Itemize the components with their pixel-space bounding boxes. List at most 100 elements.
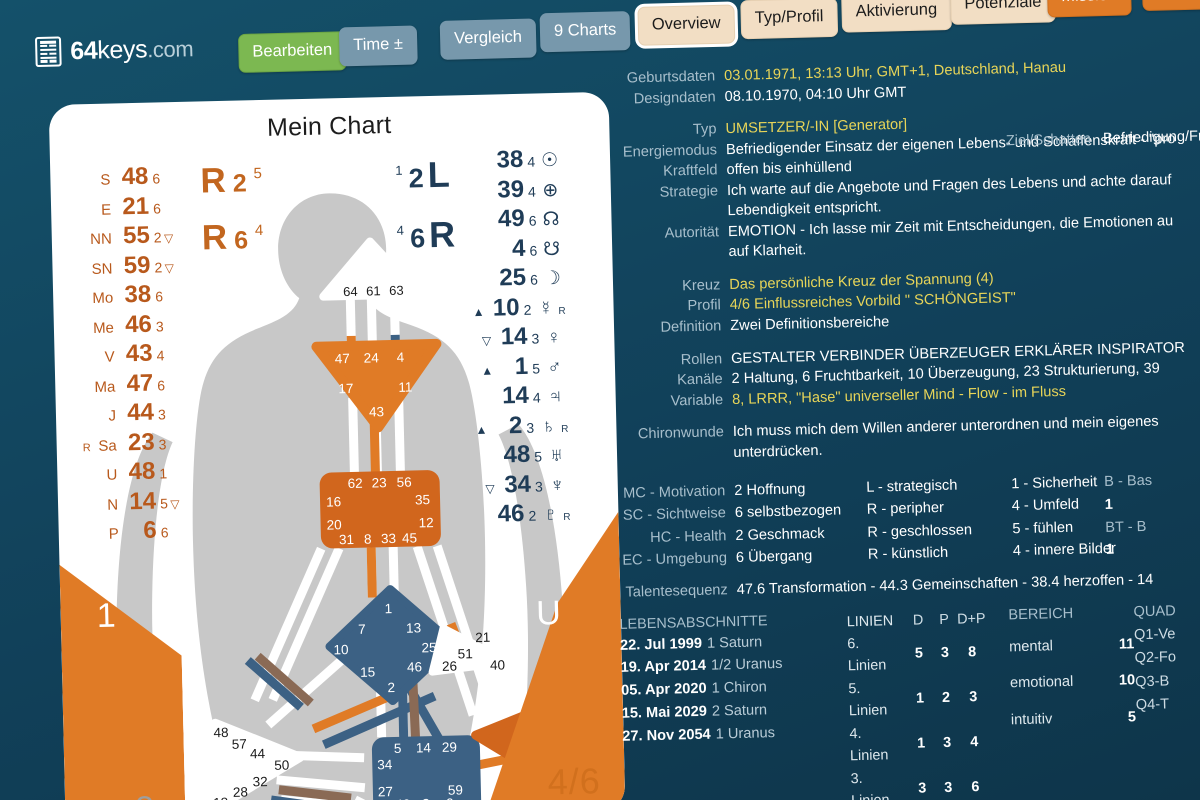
tab-potenziale[interactable]: Potenziale: [949, 0, 1056, 25]
line-number: 6: [152, 199, 162, 217]
gate-64: 64: [342, 283, 358, 300]
label-sc-sichtweise: SC - Sichtweise: [622, 505, 727, 525]
gate-number: 14: [500, 322, 528, 351]
planet-row: 46 2 ♇ R: [476, 499, 571, 531]
value-orientation-3: R - künstlich: [867, 544, 949, 563]
gate-20: 20: [326, 517, 342, 533]
label-hc-health: HC - Health: [650, 527, 727, 546]
line-number: 4: [527, 153, 536, 170]
brand-logo[interactable]: 64keys.com: [34, 33, 194, 68]
gate-46: 46: [406, 659, 423, 675]
tab-overview[interactable]: Overview: [637, 4, 736, 46]
line-number: 1: [159, 465, 168, 482]
planet-row: 48 5 ♅: [475, 440, 570, 472]
gate-number: 1: [514, 352, 529, 380]
button-vergleich[interactable]: Vergleich: [439, 18, 537, 60]
linien-p-1: 2: [941, 689, 951, 707]
line-number: 2: [154, 258, 163, 276]
gate-number: 2: [508, 411, 523, 439]
bereich-header: BEREICH: [1008, 605, 1074, 623]
gate-40: 40: [489, 657, 506, 673]
gate-23: 23: [371, 475, 387, 491]
hexagram-logo-icon: [34, 36, 62, 68]
label-bt-basis: BT - B: [1105, 518, 1147, 536]
label-talentesequenz: Talentesequenz: [625, 582, 728, 601]
button-9-charts[interactable]: 9 Charts: [539, 11, 631, 52]
value-mc-motivation: 2 Hoffnung: [734, 481, 806, 500]
tab-typ-profil[interactable]: Typ/Profil: [740, 0, 838, 39]
gate-31: 31: [338, 531, 355, 548]
retro-flag: R: [82, 441, 91, 454]
gate-16: 16: [325, 494, 342, 510]
label-variable: Variable: [670, 391, 724, 410]
quad-header: QUAD: [1133, 602, 1176, 620]
planet-row: S 48 6: [72, 162, 174, 194]
line-number: 2: [523, 301, 532, 318]
quad-row-1: Q2-Fo: [1134, 649, 1177, 667]
line-number: 4: [527, 183, 537, 200]
planet-row: 14 4 ♃: [473, 381, 568, 413]
bottom-tables: LEBENSABSCHNITTE 22. Jul 1999 1 Saturn 19…: [619, 601, 1200, 800]
gate-number: 14: [128, 487, 157, 515]
life-date-0: 22. Jul 1999: [619, 635, 703, 654]
line-number: 3: [534, 477, 543, 495]
gate-51: 51: [457, 646, 473, 662]
corner-letter-right: U: [535, 594, 562, 633]
brand-keys: keys: [96, 34, 148, 65]
planet-row: 25 6 ☽: [471, 263, 566, 295]
north-node-icon: ☊: [542, 208, 560, 231]
linien-p-2: 3: [942, 734, 952, 752]
gate-61: 61: [365, 283, 381, 299]
line-number: 2: [528, 507, 537, 524]
table-row: 27. Nov 2054 1 Uranus: [622, 720, 850, 748]
linien-header: LINIEN: [846, 612, 894, 630]
label-ziel-schatten: Ziel/Schatten: [1005, 131, 1092, 150]
gate-13: 13: [405, 620, 422, 636]
planet-name: NN: [89, 230, 113, 249]
design-var-sup-bottom: 4: [254, 222, 264, 240]
gate-10: 10: [333, 642, 349, 658]
value-sc-sichtweise: 6 selbstbezogen: [734, 502, 842, 522]
line-number: 3: [531, 330, 540, 347]
bodygraph-chart-card[interactable]: Mein Chart 64 61 63 47 24 4 17 11 43 62 …: [48, 91, 626, 800]
design-var-sup-top: 5: [253, 165, 263, 183]
gate-number: 39: [496, 175, 525, 203]
gate-56: 56: [396, 474, 412, 490]
gate-11: 11: [398, 379, 413, 395]
arrow-icon: ▽: [481, 333, 492, 348]
gate-number: 10: [492, 293, 520, 322]
gate-12: 12: [418, 515, 434, 531]
sun-icon: ☉: [540, 150, 559, 172]
gate-7: 7: [357, 621, 366, 637]
pers-var-digit-bottom: 6: [409, 222, 426, 254]
table-row: mental 11: [1009, 626, 1135, 666]
planet-row: R Sa 23 3: [78, 427, 180, 459]
table-row: 4. Linien 1 3 4: [849, 720, 989, 768]
tab-belowline[interactable]: BelowL: [1141, 0, 1200, 11]
tab-aktivierung[interactable]: Aktivierung: [841, 0, 952, 33]
col-header-d: D: [912, 611, 924, 629]
gate-number: 23: [127, 428, 155, 456]
gate-5: 5: [393, 740, 402, 757]
brand-name: 64keys.com: [70, 34, 194, 66]
line-number: 5: [532, 359, 541, 377]
gate-number: 48: [121, 162, 149, 191]
tab-mission[interactable]: Mission: [1046, 0, 1132, 17]
info-panel: Geburtsdaten 03.01.1971, 13:13 Uhr, GMT+…: [606, 55, 1200, 800]
gate-50: 50: [274, 757, 290, 773]
label-geburtsdaten: Geburtsdaten: [626, 68, 716, 87]
linien-dp-1: 3: [969, 689, 978, 706]
label-energiemodus: Energiemodus: [622, 141, 718, 161]
button-time-plusminus[interactable]: Time ±: [338, 25, 418, 66]
value-b-basis: 1: [1104, 496, 1114, 513]
arrow-icon: ▲: [481, 363, 494, 378]
personality-planet-column: 38 4 ☉ 39 4 ⊕ 49 6 ☊ 4 6 ☋ 25 6 ☽ ▲ 10 2 ☿ R ▽ 14 3 ♀ ▲ 1 5…: [468, 145, 571, 531]
value-ec-umgebung: 6 Übergang: [735, 547, 813, 566]
gate-18: 18: [213, 795, 228, 800]
button-bearbeiten[interactable]: Bearbeiten: [237, 31, 347, 73]
gate-1: 1: [384, 601, 393, 617]
brand-64: 64: [69, 36, 98, 65]
gate-number: 14: [501, 381, 530, 410]
bereich-label-1: emotional: [1009, 673, 1074, 692]
gate-32: 32: [252, 774, 268, 790]
